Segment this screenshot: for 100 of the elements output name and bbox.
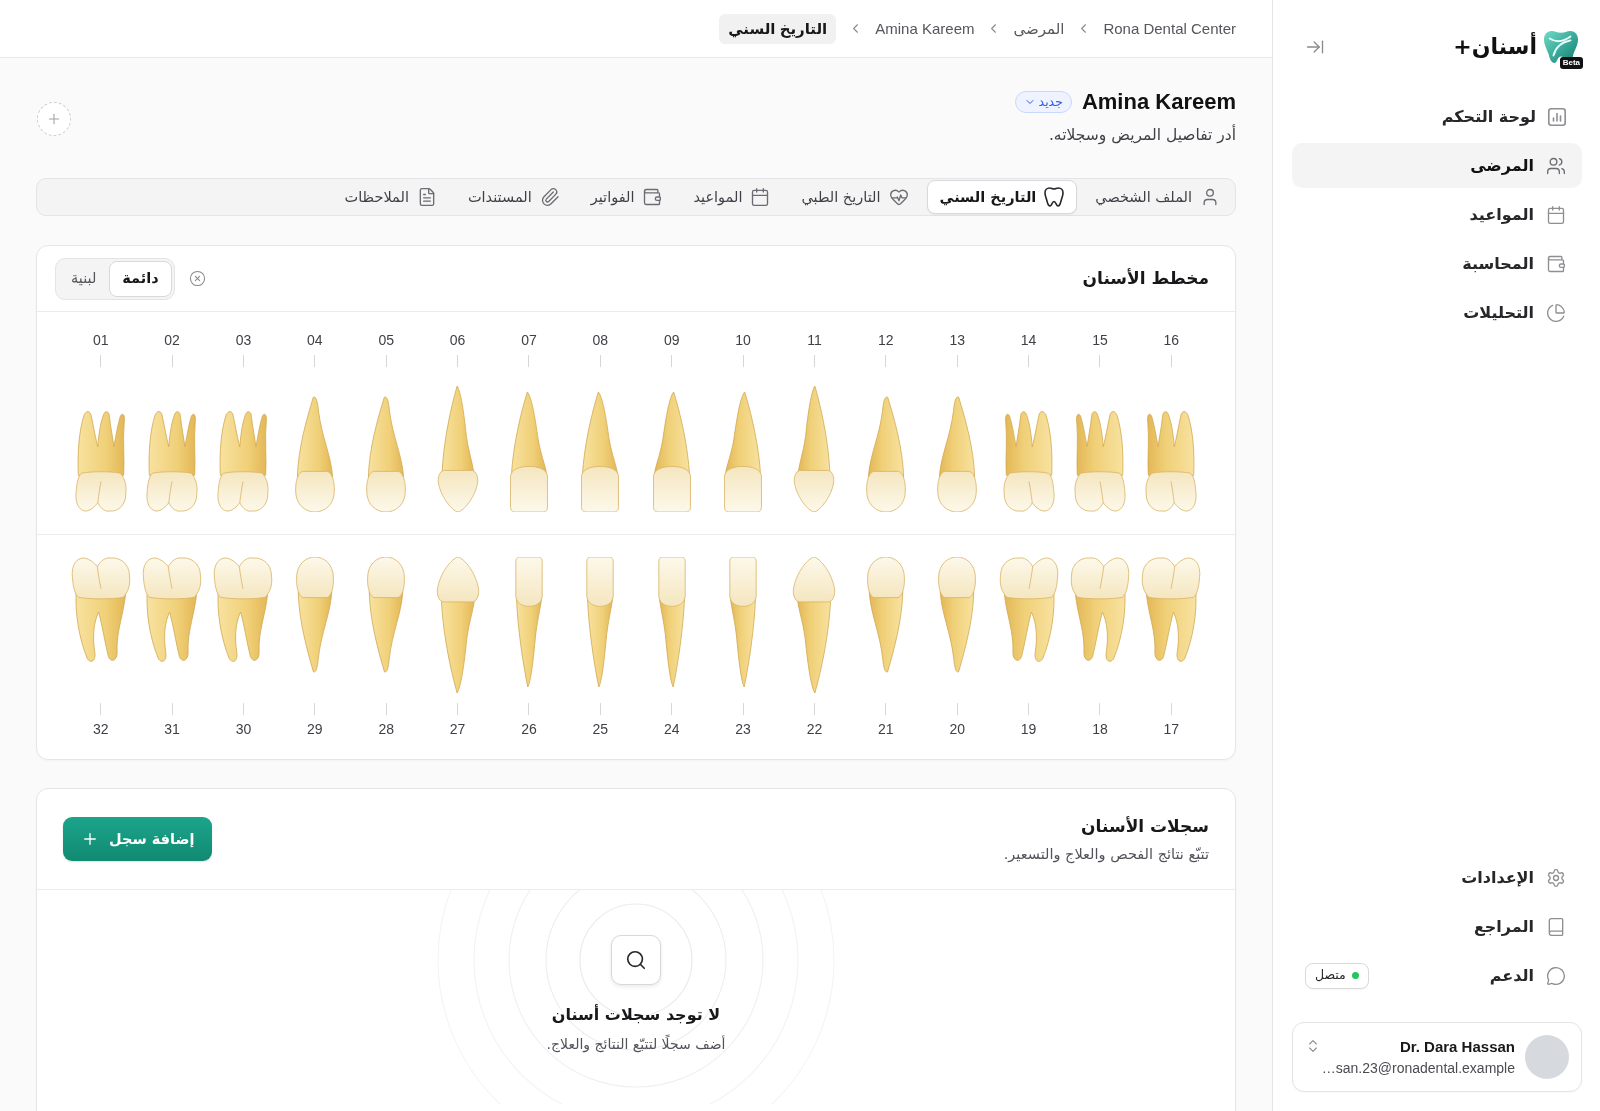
tab[interactable]: الفواتير — [577, 180, 676, 214]
breadcrumb-link[interactable]: Amina Kareem — [875, 19, 975, 38]
premolar-tooth-icon[interactable] — [366, 557, 407, 673]
incisor-tooth-icon[interactable] — [722, 392, 765, 512]
premolar-tooth-icon[interactable] — [293, 396, 336, 512]
premolar-tooth-icon[interactable] — [294, 557, 335, 673]
tooth-number: 22 — [806, 721, 823, 737]
sidebar-nav-item[interactable]: الدعم — [1368, 953, 1582, 998]
canine-tooth-icon[interactable] — [436, 386, 479, 512]
premolar-tooth-icon[interactable] — [936, 396, 979, 512]
user-card[interactable]: Dr. Dara Hassan …san.23@ronadental.example — [1292, 1022, 1582, 1092]
tooth-number: 15 — [1092, 332, 1108, 348]
tooth-number: 03 — [235, 332, 252, 348]
tooth-number: 13 — [949, 332, 965, 348]
patient-name: Amina Kareem — [1081, 88, 1236, 116]
tooth-number: 24 — [663, 721, 680, 737]
segment-option[interactable]: لبنية — [58, 260, 110, 297]
plus-icon — [46, 111, 62, 127]
premolar-tooth-icon[interactable] — [365, 396, 408, 512]
breadcrumb-link[interactable]: Rona Dental Center — [1103, 19, 1236, 38]
sidebar-nav-item[interactable]: الإعدادات — [1292, 855, 1582, 900]
paperclip-icon — [539, 187, 560, 207]
molar-tooth-icon[interactable] — [216, 410, 271, 512]
tooth-number: 10 — [735, 332, 751, 348]
incisor-tooth-icon[interactable] — [656, 557, 687, 687]
avatar-placeholder — [1525, 1035, 1569, 1079]
card-subtitle: تتبّع نتائج الفحص والعلاج والتسعير. — [1003, 844, 1209, 864]
canine-tooth-icon[interactable] — [435, 557, 480, 693]
settings-icon — [1546, 867, 1566, 888]
tooth-number: 19 — [1020, 721, 1037, 737]
tooth-number: 02 — [164, 332, 180, 348]
incisor-tooth-icon[interactable] — [728, 557, 759, 687]
tooth-number: 14 — [1020, 332, 1037, 348]
status-badge: متصل — [1305, 962, 1369, 989]
add-record-button[interactable]: إضافة سجل — [63, 817, 213, 861]
sidebar-nav-item[interactable]: المواعيد — [1292, 192, 1582, 237]
molar-tooth-icon[interactable] — [1140, 557, 1203, 663]
tab[interactable]: المواعيد — [680, 180, 784, 214]
search-icon — [611, 935, 661, 985]
segment-option[interactable]: دائمة — [109, 260, 172, 297]
molar-tooth-icon[interactable] — [212, 557, 275, 663]
tab[interactable]: الملاحظات — [331, 180, 450, 214]
tab[interactable]: التاريخ السني — [926, 180, 1078, 214]
sidebar-nav-item[interactable]: لوحة التحكم — [1292, 94, 1582, 139]
tooth-number: 12 — [878, 332, 894, 348]
beta-badge: Beta — [1559, 57, 1583, 69]
premolar-tooth-icon[interactable] — [864, 396, 907, 512]
sidebar-nav-item[interactable]: المراجع — [1292, 904, 1582, 949]
tooth-number: 16 — [1163, 332, 1180, 348]
close-circle-icon[interactable] — [188, 270, 206, 287]
tooth-number: 09 — [663, 332, 680, 348]
tooth-number: 23 — [735, 721, 751, 737]
tooth-number: 06 — [449, 332, 466, 348]
incisor-tooth-icon[interactable] — [507, 392, 550, 512]
tooth-number: 29 — [307, 721, 323, 737]
sidebar-nav-item[interactable]: التحليلات — [1292, 290, 1582, 335]
canine-tooth-icon[interactable] — [792, 557, 837, 693]
molar-tooth-icon[interactable] — [997, 557, 1060, 663]
book-icon — [1546, 916, 1566, 937]
sidebar-nav-item[interactable]: المحاسبة — [1292, 241, 1582, 286]
premolar-tooth-icon[interactable] — [937, 557, 978, 673]
pie-chart-icon — [1546, 302, 1566, 323]
sidebar-nav-item[interactable]: المرضى — [1292, 143, 1582, 188]
molar-tooth-icon[interactable] — [73, 410, 128, 512]
calendar-icon — [750, 187, 771, 207]
tab[interactable]: المستندات — [454, 180, 573, 214]
molar-tooth-icon[interactable] — [69, 557, 132, 663]
tooth-number: 32 — [92, 721, 109, 737]
tab[interactable]: الملف الشخصي — [1082, 180, 1233, 214]
add-button[interactable] — [37, 102, 71, 136]
incisor-tooth-icon[interactable] — [585, 557, 616, 687]
logo-text: أسنان+ — [1453, 33, 1537, 61]
user-name: Dr. Dara Hassan — [1399, 1036, 1515, 1057]
tooth-number: 28 — [378, 721, 394, 737]
molar-tooth-icon[interactable] — [1072, 410, 1127, 512]
premolar-tooth-icon[interactable] — [865, 557, 906, 673]
tab[interactable]: التاريخ الطبي — [788, 180, 922, 214]
tooth-number: 01 — [92, 332, 109, 348]
molar-tooth-icon[interactable] — [1144, 410, 1199, 512]
card-title: مخطط الأسنان — [1082, 267, 1209, 290]
canine-tooth-icon[interactable] — [793, 386, 836, 512]
heart-pulse-icon — [888, 187, 909, 207]
molar-tooth-icon[interactable] — [1001, 410, 1056, 512]
incisor-tooth-icon[interactable] — [513, 557, 544, 687]
tooth-number: 11 — [807, 332, 822, 348]
incisor-tooth-icon[interactable] — [650, 392, 693, 512]
molar-tooth-icon[interactable] — [141, 557, 204, 663]
user-email: …san.23@ronadental.example — [1320, 1059, 1515, 1078]
bar-chart-icon — [1548, 107, 1566, 126]
tooth-number: 05 — [378, 332, 394, 348]
status-dropdown[interactable]: جديد — [1014, 91, 1072, 113]
molar-tooth-icon[interactable] — [1068, 557, 1131, 663]
molar-tooth-icon[interactable] — [145, 410, 200, 512]
incisor-tooth-icon[interactable] — [579, 392, 622, 512]
plus-icon — [81, 830, 99, 848]
breadcrumb-link[interactable]: المرضى — [1013, 19, 1065, 38]
wallet-icon — [1546, 253, 1566, 274]
tooth-number: 17 — [1163, 721, 1180, 737]
card-title: سجلات الأسنان — [1080, 814, 1209, 837]
patient-subtitle: أدر تفاصيل المريض وسجلاته. — [1047, 124, 1236, 146]
